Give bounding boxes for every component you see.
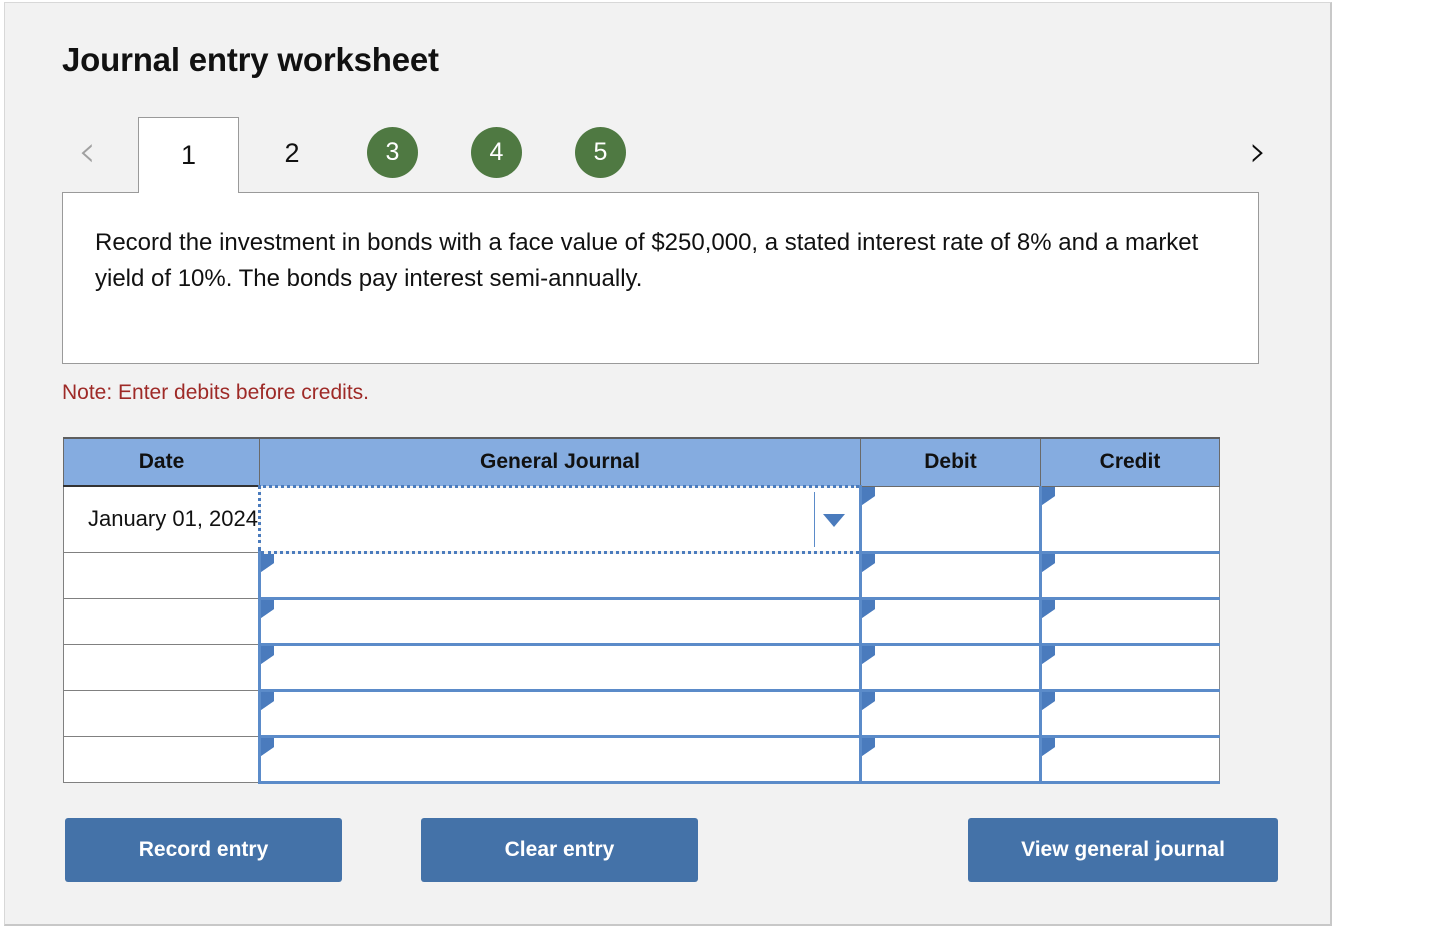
credit-input[interactable] xyxy=(1039,689,1220,738)
task-description-card: Record the investment in bonds with a fa… xyxy=(62,192,1259,364)
table-row: January 01, 2024 xyxy=(63,484,1220,554)
tab-3[interactable]: 3 xyxy=(367,127,418,178)
cell-corner-marker-icon xyxy=(862,691,875,710)
debit-input[interactable] xyxy=(859,643,1041,692)
tab-4[interactable]: 4 xyxy=(471,127,522,178)
tab-5-label: 5 xyxy=(593,138,608,166)
cell-corner-marker-icon xyxy=(261,645,274,664)
general-journal-input[interactable] xyxy=(258,643,861,692)
tab-5[interactable]: 5 xyxy=(575,127,626,178)
cell-corner-marker-icon xyxy=(862,737,875,756)
date-cell[interactable] xyxy=(63,643,260,691)
table-row xyxy=(63,551,1220,600)
table-row xyxy=(63,689,1220,738)
credit-input[interactable] xyxy=(1039,551,1220,600)
table-header-row: Date General Journal Debit Credit xyxy=(63,437,1220,487)
clear-entry-button[interactable]: Clear entry xyxy=(421,818,698,882)
cell-corner-marker-icon xyxy=(261,691,274,710)
worksheet-panel: Journal entry worksheet ‹ 1 2 3 4 5 › Re… xyxy=(4,2,1332,926)
cell-corner-marker-icon xyxy=(1042,486,1055,505)
credit-input[interactable] xyxy=(1039,643,1220,692)
chevron-right-icon[interactable]: › xyxy=(1241,127,1275,177)
table-row xyxy=(63,643,1220,692)
cell-corner-marker-icon xyxy=(1042,599,1055,618)
debit-input[interactable] xyxy=(859,485,1041,554)
column-header-general-journal: General Journal xyxy=(259,437,861,487)
table-row xyxy=(63,597,1220,646)
cell-corner-marker-icon xyxy=(1042,691,1055,710)
tab-1[interactable]: 1 xyxy=(138,117,239,193)
cell-corner-marker-icon xyxy=(261,737,274,756)
general-journal-input[interactable] xyxy=(258,689,861,738)
credit-input[interactable] xyxy=(1039,485,1220,554)
journal-entry-table: Date General Journal Debit Credit Januar… xyxy=(63,437,1220,784)
date-cell[interactable] xyxy=(63,689,260,737)
column-header-credit: Credit xyxy=(1040,437,1220,487)
view-general-journal-button[interactable]: View general journal xyxy=(968,818,1278,882)
general-journal-input[interactable] xyxy=(258,735,861,784)
date-cell[interactable] xyxy=(63,551,260,599)
cell-corner-marker-icon xyxy=(1042,645,1055,664)
date-cell[interactable]: January 01, 2024 xyxy=(63,485,260,553)
general-journal-input[interactable] xyxy=(258,551,861,600)
tab-3-label: 3 xyxy=(385,138,400,166)
cell-corner-marker-icon xyxy=(862,486,875,505)
general-journal-input-selected[interactable] xyxy=(258,484,862,554)
tab-navigation: ‹ 1 2 3 4 5 › xyxy=(62,111,1275,193)
debits-before-credits-note: Note: Enter debits before credits. xyxy=(62,381,369,404)
dropdown-separator xyxy=(814,491,815,547)
date-cell[interactable] xyxy=(63,597,260,645)
tab-4-label: 4 xyxy=(489,138,504,166)
tab-1-label: 1 xyxy=(180,140,197,170)
cell-corner-marker-icon xyxy=(1042,737,1055,756)
cell-corner-marker-icon xyxy=(862,599,875,618)
date-cell[interactable] xyxy=(63,735,260,783)
chevron-down-icon[interactable] xyxy=(823,514,845,527)
credit-input[interactable] xyxy=(1039,597,1220,646)
chevron-left-icon[interactable]: ‹ xyxy=(70,127,104,177)
cell-corner-marker-icon xyxy=(261,553,274,572)
tab-2-label: 2 xyxy=(284,137,300,168)
cell-corner-marker-icon xyxy=(1042,553,1055,572)
record-entry-button[interactable]: Record entry xyxy=(65,818,342,882)
column-header-debit: Debit xyxy=(860,437,1041,487)
cell-corner-marker-icon xyxy=(261,599,274,618)
task-description-text: Record the investment in bonds with a fa… xyxy=(95,229,1199,292)
debit-input[interactable] xyxy=(859,735,1041,784)
table-row xyxy=(63,735,1220,784)
general-journal-input[interactable] xyxy=(258,597,861,646)
screen-root: Journal entry worksheet ‹ 1 2 3 4 5 › Re… xyxy=(0,0,1436,934)
debit-input[interactable] xyxy=(859,551,1041,600)
cell-corner-marker-icon xyxy=(862,553,875,572)
cell-corner-marker-icon xyxy=(862,645,875,664)
debit-input[interactable] xyxy=(859,689,1041,738)
column-header-date: Date xyxy=(63,437,260,487)
debit-input[interactable] xyxy=(859,597,1041,646)
page-title: Journal entry worksheet xyxy=(62,41,439,78)
credit-input[interactable] xyxy=(1039,735,1220,784)
tab-2[interactable]: 2 xyxy=(252,117,332,189)
